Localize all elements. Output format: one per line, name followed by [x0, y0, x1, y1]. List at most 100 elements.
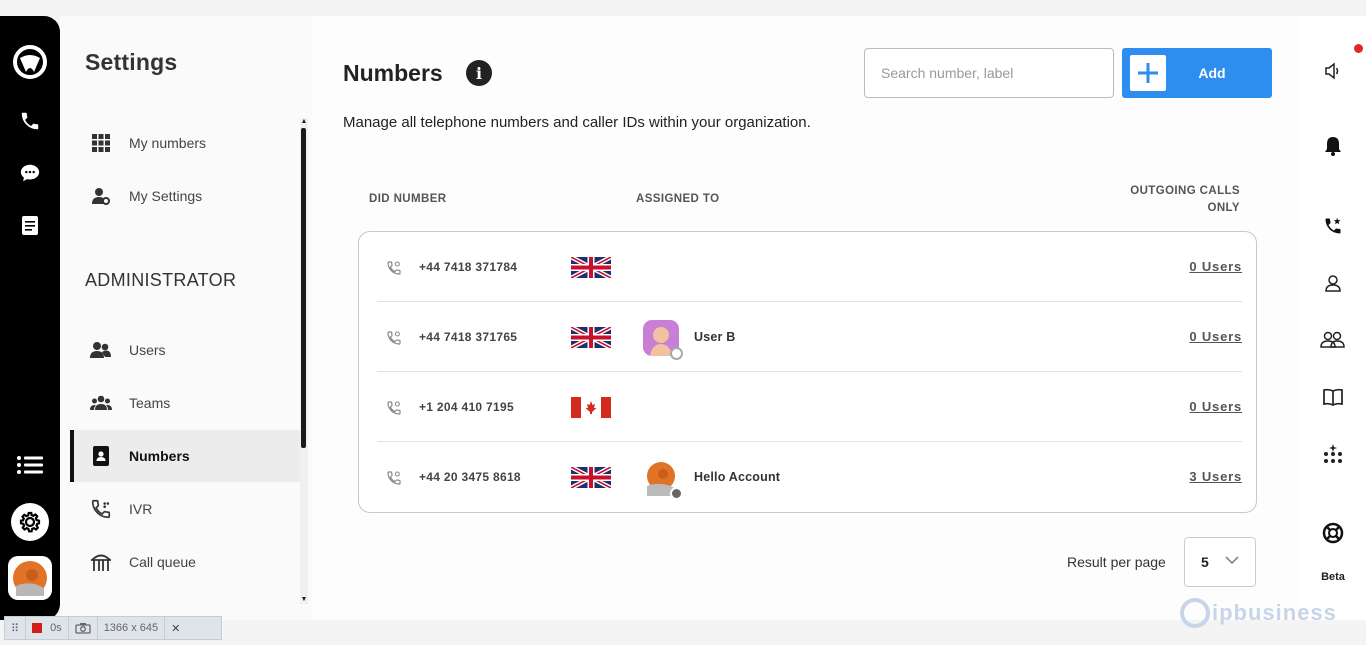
ivr-icon	[90, 498, 112, 520]
settings-scrollbar[interactable]: ▲ ▼	[300, 118, 308, 604]
dialpad-sparkle-icon[interactable]	[1300, 444, 1366, 466]
status-dot	[670, 347, 683, 360]
nav-item-users[interactable]: Users	[70, 324, 300, 376]
nav-item-label: Teams	[129, 395, 171, 411]
assignee-name: Hello Account	[694, 470, 781, 484]
stop-record-button[interactable]: 0s	[26, 617, 69, 639]
status-dot	[670, 487, 683, 500]
brand-logo-icon	[1180, 598, 1210, 628]
table-row[interactable]: +1 204 410 7195 0 Users	[377, 372, 1242, 442]
canada-flag-icon	[571, 397, 611, 418]
book-icon[interactable]	[1300, 388, 1366, 406]
phone-number-icon	[386, 330, 402, 351]
result-per-page-select[interactable]: 5	[1184, 537, 1256, 587]
nav-item-numbers[interactable]: Numbers	[70, 430, 300, 482]
speaker-icon[interactable]	[1300, 62, 1366, 80]
phonebook-icon	[90, 446, 112, 466]
table-row[interactable]: +44 20 3475 8618 Hello Account 3 Users	[377, 442, 1242, 512]
table-row[interactable]: +44 7418 371784 0 Users	[377, 232, 1242, 302]
assignee-avatar	[643, 460, 683, 500]
notes-icon[interactable]	[0, 214, 60, 236]
settings-panel: Settings My numbers My Settings ADMINIST…	[60, 16, 312, 620]
recording-time: 0s	[50, 622, 62, 634]
users-icon	[90, 341, 112, 359]
brand-watermark: ipbusiness	[1180, 598, 1337, 628]
assignee-avatar	[643, 320, 683, 360]
scrollbar-thumb[interactable]	[301, 128, 306, 448]
nav-item-my-settings[interactable]: My Settings	[70, 170, 300, 222]
group-icon[interactable]	[1300, 330, 1366, 348]
nav-item-ivr[interactable]: IVR	[70, 483, 300, 535]
table-row[interactable]: +44 7418 371765 User B 0 Users	[377, 302, 1242, 372]
page-subtitle: Manage all telephone numbers and caller …	[343, 114, 811, 131]
contact-icon[interactable]	[1300, 274, 1366, 292]
app-logo-icon[interactable]	[0, 44, 60, 80]
user-avatar-button[interactable]	[0, 556, 60, 600]
column-header-outgoing: OUTGOING CALLS ONLY	[1100, 183, 1240, 217]
column-header-outgoing-line1: OUTGOING CALLS	[1130, 185, 1240, 197]
phone-icon[interactable]	[0, 110, 60, 132]
notification-badge	[1354, 44, 1363, 53]
info-icon[interactable]: i	[466, 60, 492, 86]
plus-icon	[1130, 55, 1166, 91]
nav-item-my-numbers[interactable]: My numbers	[70, 117, 300, 169]
camera-icon[interactable]	[69, 617, 98, 639]
users-link[interactable]: 0 Users	[1189, 259, 1242, 274]
nav-item-teams[interactable]: Teams	[70, 377, 300, 429]
column-header-did: DID NUMBER	[369, 193, 447, 205]
call-queue-icon	[90, 552, 112, 572]
drag-handle-icon[interactable]: ⠿	[5, 617, 27, 639]
administrator-heading: ADMINISTRATOR	[85, 270, 237, 290]
recording-size: 1366 x 645	[98, 617, 166, 639]
grid-icon	[90, 133, 112, 153]
bell-icon[interactable]	[1300, 136, 1366, 156]
stop-icon	[32, 623, 43, 633]
nav-item-label: My Settings	[129, 188, 203, 204]
brand-text: ipbusiness	[1212, 600, 1337, 625]
nav-item-label: Numbers	[129, 448, 190, 464]
call-forward-icon[interactable]	[1300, 216, 1366, 236]
assignee-name: User B	[694, 330, 736, 344]
user-settings-icon	[90, 187, 112, 205]
nav-item-label: Users	[129, 342, 166, 358]
users-link[interactable]: 0 Users	[1189, 329, 1242, 344]
uk-flag-icon	[571, 467, 611, 488]
users-link[interactable]: 3 Users	[1189, 469, 1242, 484]
close-icon[interactable]: ✕	[165, 617, 186, 639]
main-content: Numbers i Manage all telephone numbers a…	[312, 16, 1300, 620]
left-rail	[0, 16, 60, 620]
add-button-label: Add	[1198, 65, 1226, 81]
avatar	[8, 556, 52, 600]
did-number: +1 204 410 7195	[419, 400, 514, 414]
nav-item-label: Call queue	[129, 554, 196, 570]
nav-item-call-queue[interactable]: Call queue	[70, 536, 300, 588]
numbers-table: +44 7418 371784 0 Users +44 7418 371765 …	[358, 231, 1257, 513]
search-input[interactable]	[864, 48, 1114, 98]
phone-number-icon	[386, 400, 402, 421]
teams-icon	[90, 395, 112, 411]
chevron-down-icon	[1225, 556, 1239, 565]
chat-icon[interactable]	[0, 162, 60, 184]
did-number: +44 7418 371784	[419, 260, 518, 274]
beta-label: Beta	[1321, 571, 1345, 583]
uk-flag-icon	[571, 327, 611, 348]
column-header-outgoing-line2: ONLY	[1207, 202, 1240, 214]
uk-flag-icon	[571, 257, 611, 278]
add-button[interactable]: Add	[1122, 48, 1272, 98]
nav-item-label: IVR	[129, 501, 153, 517]
scroll-up-icon[interactable]: ▲	[300, 118, 308, 126]
right-rail: Beta	[1300, 16, 1366, 620]
nav-item-label: My numbers	[129, 135, 207, 151]
page-title: Numbers	[343, 60, 443, 86]
users-link[interactable]: 0 Users	[1189, 399, 1242, 414]
did-number: +44 20 3475 8618	[419, 470, 521, 484]
gear-icon	[11, 503, 49, 541]
screen-recorder-bar: ⠿ 0s 1366 x 645 ✕	[4, 616, 222, 640]
support-lifebuoy-icon[interactable]	[1300, 522, 1366, 544]
menu-list-icon[interactable]	[0, 454, 60, 476]
scroll-down-icon[interactable]: ▼	[300, 596, 308, 604]
settings-gear-button[interactable]	[0, 503, 60, 541]
did-number: +44 7418 371765	[419, 330, 518, 344]
result-per-page-value: 5	[1201, 554, 1209, 570]
column-header-assigned: ASSIGNED TO	[636, 193, 720, 205]
